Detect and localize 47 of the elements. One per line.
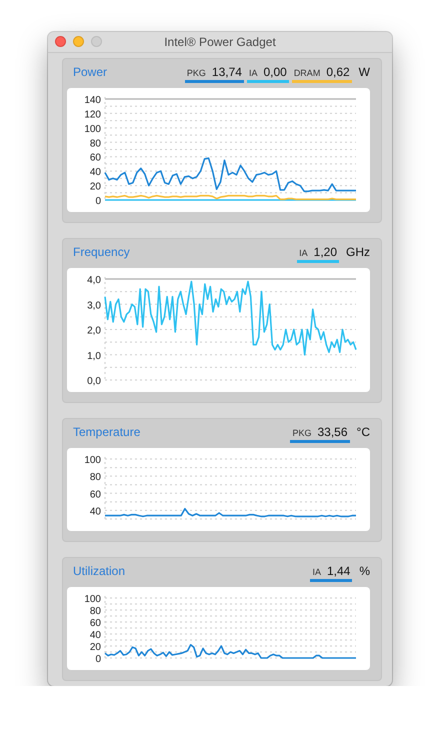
panel-title: Temperature [73, 424, 140, 438]
tick-label: 60 [90, 618, 101, 629]
tick-label: 40 [90, 630, 101, 641]
readout-value: 33,56 [318, 424, 348, 438]
readout-label: IA [299, 248, 308, 258]
readout-label: PKG [292, 428, 312, 438]
minimize-button[interactable] [73, 36, 84, 47]
unit-label: % [359, 564, 370, 580]
tick-label: 140 [84, 95, 101, 106]
tick-label: 60 [90, 489, 101, 500]
tick-label: 0 [95, 654, 101, 665]
zoom-button[interactable] [91, 36, 102, 47]
close-button[interactable] [55, 36, 66, 47]
tick-label: 40 [90, 506, 101, 518]
unit-label: °C [356, 424, 370, 440]
readout-value: 1,20 [314, 244, 337, 258]
readout-label: IA [248, 68, 258, 78]
tick-label: 1,0 [87, 350, 101, 362]
readout-value: 1,44 [326, 564, 350, 578]
tick-label: 20 [90, 642, 101, 653]
tick-label: 80 [90, 138, 101, 150]
panel-title: Utilization [73, 564, 126, 578]
readout-label: IA [312, 566, 321, 576]
tick-label: 40 [90, 167, 101, 178]
readout-value: 13,74 [212, 64, 242, 78]
unit-label: W [358, 64, 370, 80]
tick-label: 100 [84, 124, 101, 135]
tick-label: 2,0 [87, 326, 101, 336]
tick-label: 4,0 [87, 275, 101, 286]
readout-label: DRAM [294, 68, 320, 78]
tick-label: 80 [90, 472, 101, 484]
tick-label: 3,0 [87, 300, 101, 312]
readout-label: PKG [186, 68, 206, 78]
panel-title: Power [73, 64, 108, 78]
unit-label: GHz [346, 244, 370, 260]
readout-value: 0,00 [263, 64, 287, 78]
readout-value: 0,62 [326, 64, 350, 78]
tick-label: 60 [90, 152, 101, 164]
tick-label: 20 [90, 182, 101, 193]
tick-label: 100 [84, 455, 101, 466]
tick-label: 100 [84, 594, 101, 605]
tick-label: 0,0 [87, 376, 101, 387]
tick-label: 120 [84, 109, 101, 120]
window-title: Intel® Power Gadget [164, 35, 276, 49]
tick-label: 0 [95, 196, 101, 207]
panel-title: Frequency [73, 244, 130, 258]
tick-label: 80 [90, 606, 101, 617]
